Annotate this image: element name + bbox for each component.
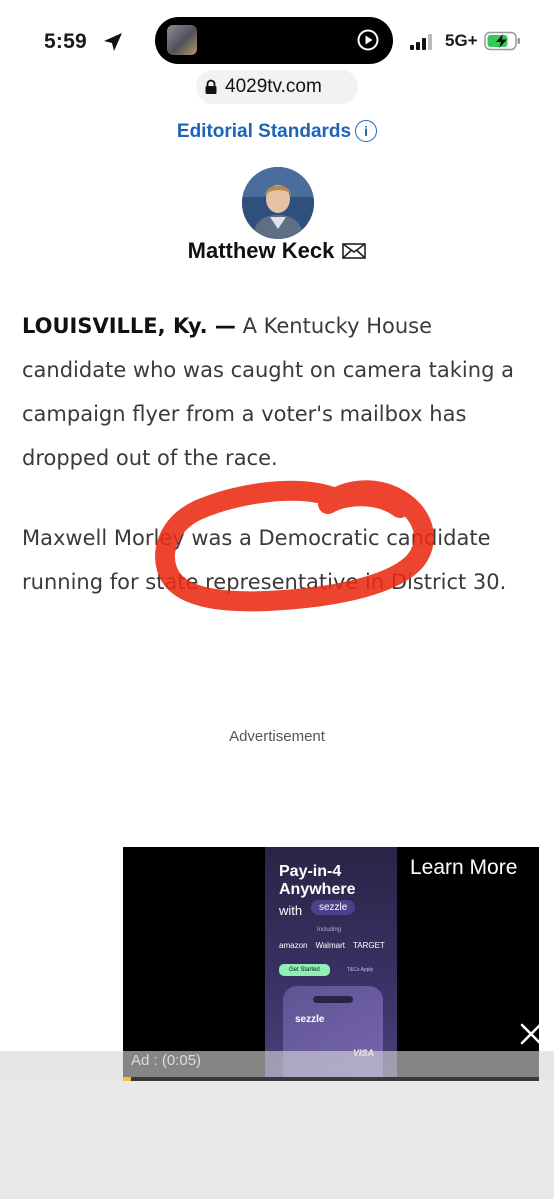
ad-progress-fill (123, 1077, 131, 1081)
bottom-toolbar-area (0, 1081, 554, 1199)
status-time: 5:59 (44, 30, 87, 53)
ad-get-started-button[interactable]: Get Started (279, 964, 330, 976)
author-byline: Matthew Keck (0, 238, 554, 264)
now-playing-thumbnail (167, 25, 197, 55)
advertisement-label: Advertisement (229, 728, 325, 745)
url-text[interactable]: 4029tv.com (225, 76, 322, 98)
ad-including-text: Including (317, 927, 342, 933)
article-paragraph-2: Maxwell Morley was a Democratic candidat… (22, 526, 507, 594)
video-ad-player[interactable]: Pay-in-4 Anywhere with sezzle Including … (123, 847, 539, 1081)
email-icon[interactable] (342, 243, 367, 259)
sezzle-logo: sezzle (311, 900, 356, 915)
ad-progress-track (123, 1077, 539, 1081)
dynamic-island[interactable] (155, 17, 393, 64)
card-sezzle-logo: sezzle (295, 1014, 325, 1025)
info-icon[interactable]: i (355, 120, 378, 142)
ad-creative[interactable]: Pay-in-4 Anywhere with sezzle Including … (265, 847, 397, 1081)
editorial-standards-label[interactable]: Editorial Standards (177, 121, 351, 142)
phone-notch (313, 996, 353, 1003)
ad-partner-logos: amazon Walmart TARGET (279, 941, 389, 950)
amazon-logo: amazon (279, 941, 308, 950)
ad-terms: T&Cs Apply (347, 967, 374, 973)
ad-headline: Pay-in-4 Anywhere (279, 863, 356, 898)
lock-icon (205, 79, 217, 94)
target-logo: TARGET (352, 941, 385, 950)
author-avatar[interactable] (242, 167, 314, 239)
ad-with-text: with (279, 903, 303, 918)
signal-bars-icon (410, 34, 432, 50)
dateline: LOUISVILLE, Ky. — (22, 314, 236, 338)
dynamic-island-play-icon[interactable] (357, 29, 379, 51)
location-arrow-icon (104, 33, 122, 51)
battery-charging-icon (484, 31, 520, 51)
author-photo (242, 167, 314, 239)
network-type: 5G+ (445, 31, 478, 50)
ad-countdown: Ad : (0:05) (131, 1052, 202, 1069)
close-icon[interactable] (513, 1016, 549, 1052)
author-name[interactable]: Matthew Keck (188, 238, 335, 263)
learn-more-button[interactable]: Learn More (410, 856, 517, 880)
walmart-logo: Walmart (315, 941, 345, 950)
article-paragraph-1: LOUISVILLE, Ky. — A Kentucky House candi… (22, 304, 532, 480)
editorial-standards-link[interactable]: Editorial Standards i (0, 120, 554, 143)
